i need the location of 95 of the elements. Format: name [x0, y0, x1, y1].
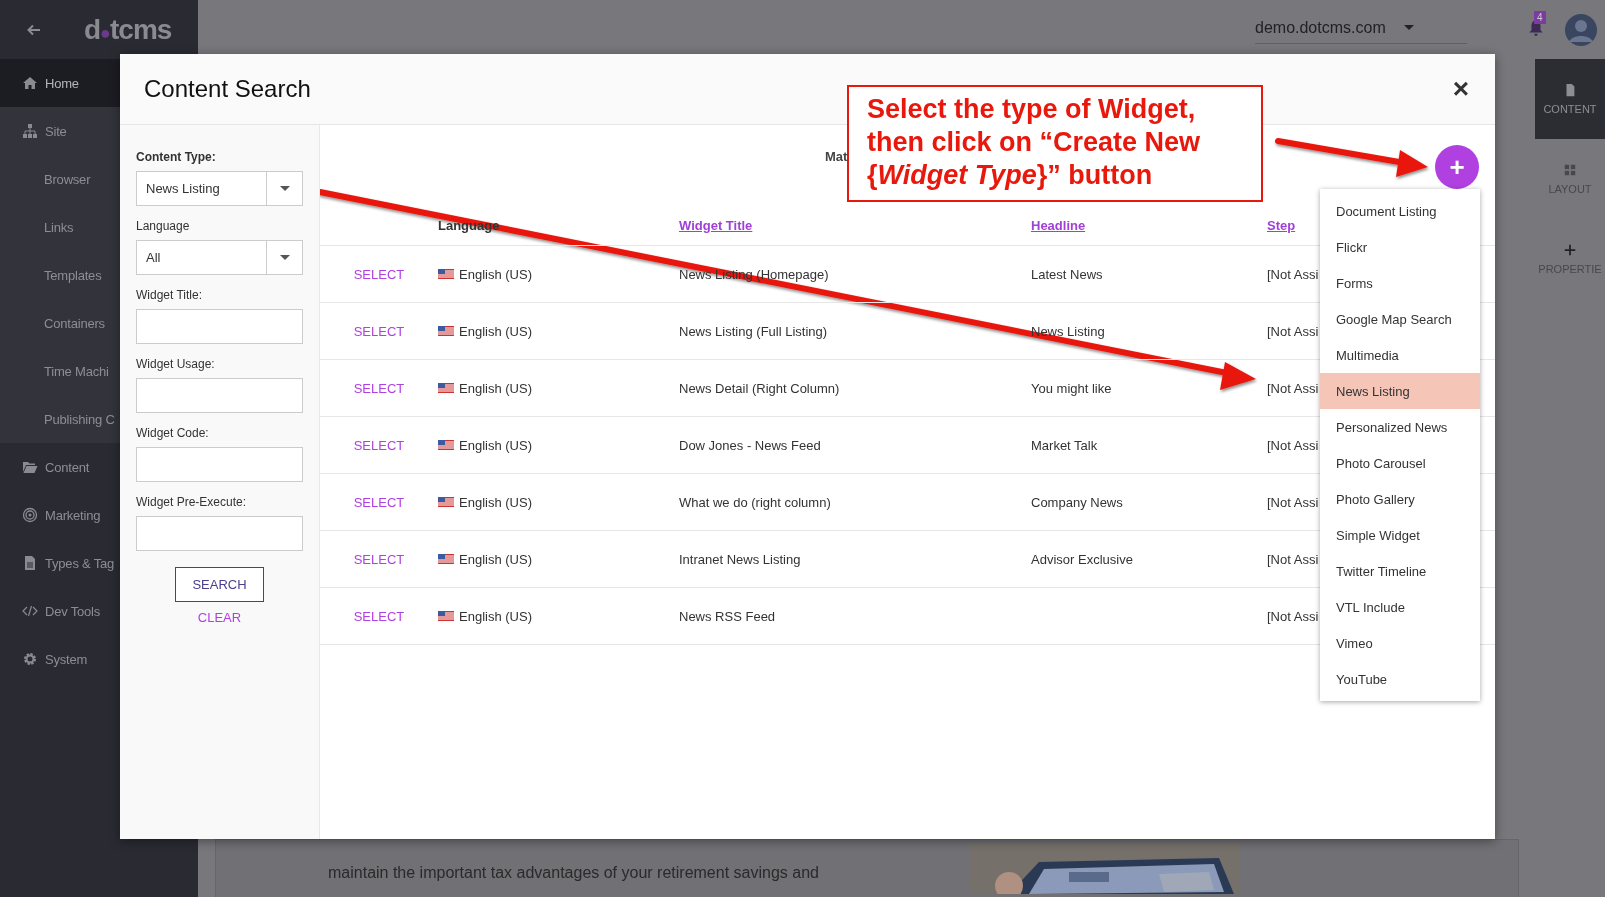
menu-item[interactable]: Twitter Timeline: [1320, 553, 1480, 589]
table-cell: [Not Assi: [1267, 380, 1319, 396]
flag-icon: [438, 494, 454, 510]
table-cell: Dow Jones - News Feed: [679, 437, 821, 453]
menu-item[interactable]: Simple Widget: [1320, 517, 1480, 553]
results-text: Mat: [825, 149, 848, 164]
body-text: maintain the important tax advantages of your retirement savings and: [328, 862, 819, 882]
nav-icon: [22, 75, 38, 91]
notification-badge: 4: [1534, 10, 1546, 24]
select-link[interactable]: SELECT: [353, 551, 405, 567]
flag-icon: [438, 551, 454, 567]
panel-tab[interactable]: CONTENT: [1535, 59, 1605, 139]
menu-item[interactable]: Vimeo: [1320, 625, 1480, 661]
table-cell: English (US): [459, 494, 532, 510]
table-cell: Latest News: [1031, 266, 1103, 282]
table-cell: Company News: [1031, 494, 1123, 510]
table-cell: English (US): [459, 437, 532, 453]
select-field[interactable]: News Listing: [136, 171, 303, 206]
menu-item[interactable]: Document Listing: [1320, 193, 1480, 229]
table-cell: [Not Assi: [1267, 437, 1319, 453]
logo: d●tcms: [84, 13, 172, 46]
input-field[interactable]: [136, 447, 303, 482]
menu-item[interactable]: YouTube: [1320, 661, 1480, 697]
table-cell: News Listing: [1031, 323, 1105, 339]
panel-icon: [1563, 243, 1577, 257]
select-link[interactable]: SELECT: [353, 437, 405, 453]
menu-item[interactable]: Google Map Search: [1320, 301, 1480, 337]
sidebar-item[interactable]: Content: [0, 443, 198, 491]
select-link[interactable]: SELECT: [353, 608, 405, 624]
select-link[interactable]: SELECT: [353, 380, 405, 396]
table-cell: [Not Assi: [1267, 266, 1319, 282]
field-label: Widget Pre-Execute:: [136, 494, 248, 510]
search-button[interactable]: SEARCH: [175, 567, 264, 602]
add-button[interactable]: +: [1435, 145, 1479, 189]
table-cell: You might like: [1031, 380, 1112, 396]
table-cell: [Not Assi: [1267, 608, 1319, 624]
input-field[interactable]: [136, 309, 303, 344]
menu-item[interactable]: Personalized News: [1320, 409, 1480, 445]
menu-item[interactable]: Photo Carousel: [1320, 445, 1480, 481]
table-cell: Market Talk: [1031, 437, 1098, 453]
menu-item[interactable]: Multimedia: [1320, 337, 1480, 373]
table-cell: News Listing (Full Listing): [679, 323, 828, 339]
menu-item[interactable]: Photo Gallery: [1320, 481, 1480, 517]
nav-icon: [22, 603, 38, 619]
field-label: Content Type:: [136, 149, 217, 165]
table-cell: News RSS Feed: [679, 608, 776, 624]
table-cell: [Not Assi: [1267, 551, 1319, 567]
table-cell: [Not Assi: [1267, 494, 1319, 510]
caret-icon: [279, 185, 290, 192]
flag-icon: [438, 437, 454, 453]
nav-icon: [22, 555, 38, 571]
caret-icon: [1403, 25, 1414, 31]
flag-icon: [438, 266, 454, 282]
table-cell: Advisor Exclusive: [1031, 551, 1133, 567]
column-header[interactable]: Widget Title: [679, 218, 753, 233]
caret-icon: [279, 254, 290, 261]
flag-icon: [438, 380, 454, 396]
nav-icon: [22, 651, 38, 667]
nav-icon: [22, 507, 38, 523]
table-cell: Intranet News Listing: [679, 551, 801, 567]
menu-item[interactable]: Flickr: [1320, 229, 1480, 265]
clear-link[interactable]: CLEAR: [197, 610, 242, 625]
menu-item[interactable]: News Listing: [1320, 373, 1480, 409]
field-label: Widget Title:: [136, 287, 204, 303]
annotation-callout: Select the type of Widget, then click on “Create New {Widget Type}” button: [847, 85, 1263, 202]
table-cell: News Detail (Right Column): [679, 380, 840, 396]
input-field[interactable]: [136, 378, 303, 413]
table-cell: English (US): [459, 380, 532, 396]
close-button[interactable]: ×: [1452, 75, 1469, 103]
menu-item[interactable]: Forms: [1320, 265, 1480, 301]
site-selector[interactable]: demo.dotcms.com: [1255, 15, 1467, 44]
table-cell: English (US): [459, 266, 532, 282]
panel-icon: [1563, 163, 1577, 177]
avatar-icon: [1565, 13, 1597, 46]
field-label: Widget Usage:: [136, 356, 216, 372]
menu-item[interactable]: VTL Include: [1320, 589, 1480, 625]
table-cell: English (US): [459, 323, 532, 339]
nav-icon: [22, 123, 38, 139]
select-link[interactable]: SELECT: [353, 323, 405, 339]
sidebar-item[interactable]: System: [0, 635, 198, 683]
table-cell: English (US): [459, 608, 532, 624]
select-link[interactable]: SELECT: [353, 266, 405, 282]
column-header[interactable]: Step: [1267, 218, 1296, 233]
flag-icon: [438, 608, 454, 624]
input-field[interactable]: [136, 516, 303, 551]
table-cell: [Not Assi: [1267, 323, 1319, 339]
table-cell: What we do (right column): [679, 494, 831, 510]
table-cell: English (US): [459, 551, 532, 567]
field-label: Language: [136, 218, 191, 234]
flag-icon: [438, 323, 454, 339]
field-label: Widget Code:: [136, 425, 210, 441]
nav-icon: [22, 459, 38, 475]
column-header[interactable]: Headline: [1031, 218, 1086, 233]
select-field[interactable]: All: [136, 240, 303, 275]
select-link[interactable]: SELECT: [353, 494, 405, 510]
